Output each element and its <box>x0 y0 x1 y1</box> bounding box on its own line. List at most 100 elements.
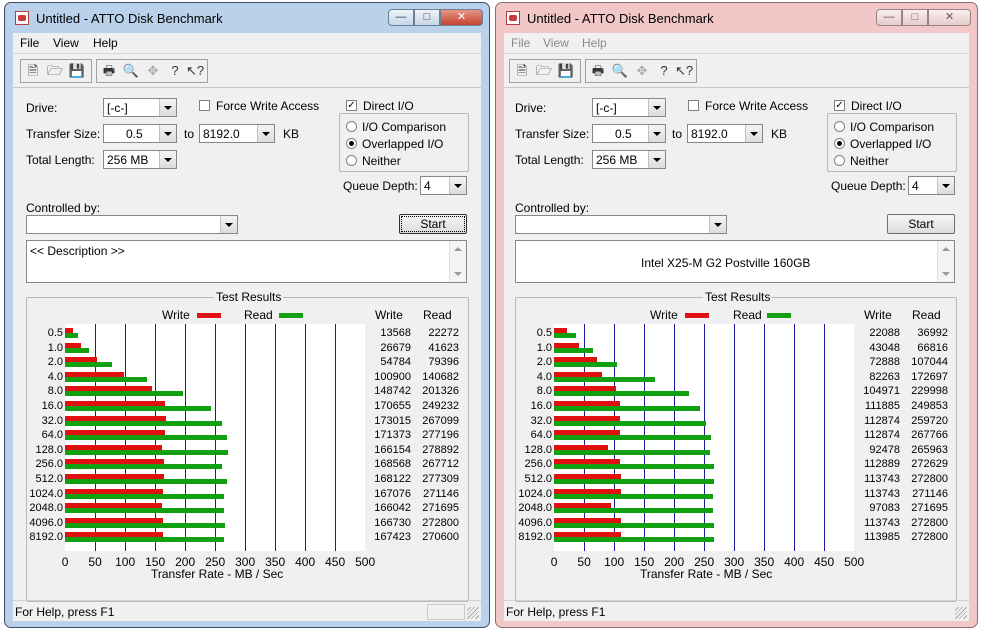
print-preview-icon[interactable]: 🔍 <box>610 62 630 80</box>
menu-view[interactable]: View <box>543 36 569 50</box>
read-bar <box>554 493 713 499</box>
read-bar <box>554 420 707 426</box>
minimize-button[interactable]: — <box>388 9 414 26</box>
save-icon[interactable]: 💾 <box>67 62 87 80</box>
x-tick-label: 250 <box>205 555 226 569</box>
menu-view[interactable]: View <box>53 36 79 50</box>
write-value: 112889 <box>864 458 900 471</box>
total-length-select[interactable]: 256 MB <box>103 150 177 169</box>
maximize-button[interactable]: □ <box>414 9 440 26</box>
app-icon[interactable] <box>15 11 29 25</box>
write-value: 113985 <box>864 531 900 544</box>
menu-help[interactable]: Help <box>93 36 118 50</box>
new-icon[interactable]: 🗎 <box>23 62 43 80</box>
total-length-label: Total Length: <box>26 153 95 167</box>
overlapped-io-radio[interactable] <box>834 138 845 149</box>
start-button[interactable]: Start <box>887 214 955 234</box>
minimize-button[interactable]: — <box>876 9 902 26</box>
open-icon[interactable]: 🗁 <box>534 62 554 80</box>
menu-help[interactable]: Help <box>582 36 607 50</box>
move-icon[interactable]: ✥ <box>632 62 652 80</box>
print-icon[interactable]: 🖶 <box>588 62 608 80</box>
save-icon[interactable]: 💾 <box>556 62 576 80</box>
menu-bar: File View Help <box>504 33 969 54</box>
description-text: Intel X25-M G2 Postville 160GB <box>641 256 811 270</box>
x-tick-label: 350 <box>265 555 286 569</box>
description-box[interactable]: << Description >> <box>26 240 467 283</box>
chevron-down-icon <box>159 99 176 116</box>
controlled-by-label: Controlled by: <box>515 201 590 215</box>
print-icon[interactable]: 🖶 <box>99 62 119 80</box>
close-button[interactable]: ✕ <box>928 9 971 26</box>
help-icon[interactable]: ? <box>165 62 185 80</box>
category-label: 512.0 <box>524 473 552 485</box>
maximize-button[interactable]: □ <box>902 9 928 26</box>
client-area: File View Help 🗎 🗁 💾 🖶 🔍 ✥ ? ↖? Drive: [… <box>504 33 969 621</box>
transfer-to-select[interactable]: 8192.0 <box>199 124 275 143</box>
description-scrollbar[interactable] <box>937 241 954 282</box>
x-tick-label: 500 <box>355 555 376 569</box>
direct-io-checkbox[interactable]: ✓ <box>834 100 845 111</box>
write-value: 166730 <box>374 516 411 529</box>
write-value: 13568 <box>380 327 411 339</box>
context-help-icon[interactable]: ↖? <box>185 62 205 80</box>
drive-select[interactable]: [-c-] <box>592 98 666 117</box>
title-bar[interactable]: Untitled - ATTO Disk Benchmark — □ ✕ <box>5 3 489 33</box>
menu-file[interactable]: File <box>20 36 39 50</box>
menu-file[interactable]: File <box>511 36 530 50</box>
queue-depth-select[interactable]: 4 <box>420 176 467 195</box>
x-axis-title: Transfer Rate - MB / Sec <box>151 567 284 581</box>
read-bar <box>554 376 656 382</box>
description-scrollbar[interactable] <box>449 241 466 282</box>
write-value: 112874 <box>864 414 900 427</box>
total-length-select[interactable]: 256 MB <box>592 150 666 169</box>
x-tick-label: 150 <box>145 555 166 569</box>
print-preview-icon[interactable]: 🔍 <box>121 62 141 80</box>
force-write-checkbox[interactable] <box>199 100 210 111</box>
controlled-by-select[interactable] <box>515 215 727 234</box>
x-tick-label: 450 <box>325 555 346 569</box>
open-icon[interactable]: 🗁 <box>45 62 65 80</box>
x-tick-label: 500 <box>844 555 865 569</box>
direct-io-label: Direct I/O <box>363 99 414 113</box>
drive-select[interactable]: [-c-] <box>103 98 177 117</box>
menu-bar: File View Help <box>13 33 481 54</box>
app-icon[interactable] <box>506 11 520 25</box>
start-button[interactable]: Start <box>399 214 467 234</box>
x-tick-label: 50 <box>577 555 591 569</box>
read-bar <box>65 479 228 484</box>
toolbar: 🗎 🗁 💾 🖶 🔍 ✥ ? ↖? <box>504 55 969 88</box>
controlled-by-label: Controlled by: <box>26 201 101 215</box>
controlled-by-select[interactable] <box>26 215 238 234</box>
help-icon[interactable]: ? <box>654 62 674 80</box>
io-comparison-radio[interactable] <box>346 121 357 132</box>
direct-io-checkbox[interactable]: ✓ <box>346 100 357 111</box>
status-text: For Help, press F1 <box>506 605 606 619</box>
force-write-checkbox[interactable] <box>688 100 699 111</box>
new-icon[interactable]: 🗎 <box>512 62 532 80</box>
neither-radio[interactable] <box>834 155 845 166</box>
read-bar <box>554 333 576 338</box>
overlapped-io-radio[interactable] <box>346 138 357 149</box>
title-bar[interactable]: Untitled - ATTO Disk Benchmark — □ ✕ <box>496 3 977 33</box>
queue-depth-select[interactable]: 4 <box>908 176 955 195</box>
transfer-from-select[interactable]: 0.5 <box>103 124 177 143</box>
size-grip[interactable] <box>467 607 479 619</box>
io-comparison-radio[interactable] <box>834 121 845 132</box>
description-box[interactable]: Intel X25-M G2 Postville 160GB <box>515 240 955 283</box>
write-value: 112874 <box>864 429 900 442</box>
read-bar <box>65 420 222 426</box>
context-help-icon[interactable]: ↖? <box>674 62 694 80</box>
move-icon[interactable]: ✥ <box>143 62 163 80</box>
transfer-to-select[interactable]: 8192.0 <box>687 124 763 143</box>
size-grip[interactable] <box>955 607 967 619</box>
transfer-from-select[interactable]: 0.5 <box>592 124 666 143</box>
neither-radio[interactable] <box>346 155 357 166</box>
close-button[interactable]: ✕ <box>440 9 483 26</box>
plot-area <box>65 324 365 551</box>
category-label: 64.0 <box>530 429 552 442</box>
read-value: 36992 <box>917 327 948 339</box>
category-label: 4096.0 <box>518 516 552 529</box>
category-label: 16.0 <box>530 400 552 412</box>
read-value: 271146 <box>423 487 459 500</box>
